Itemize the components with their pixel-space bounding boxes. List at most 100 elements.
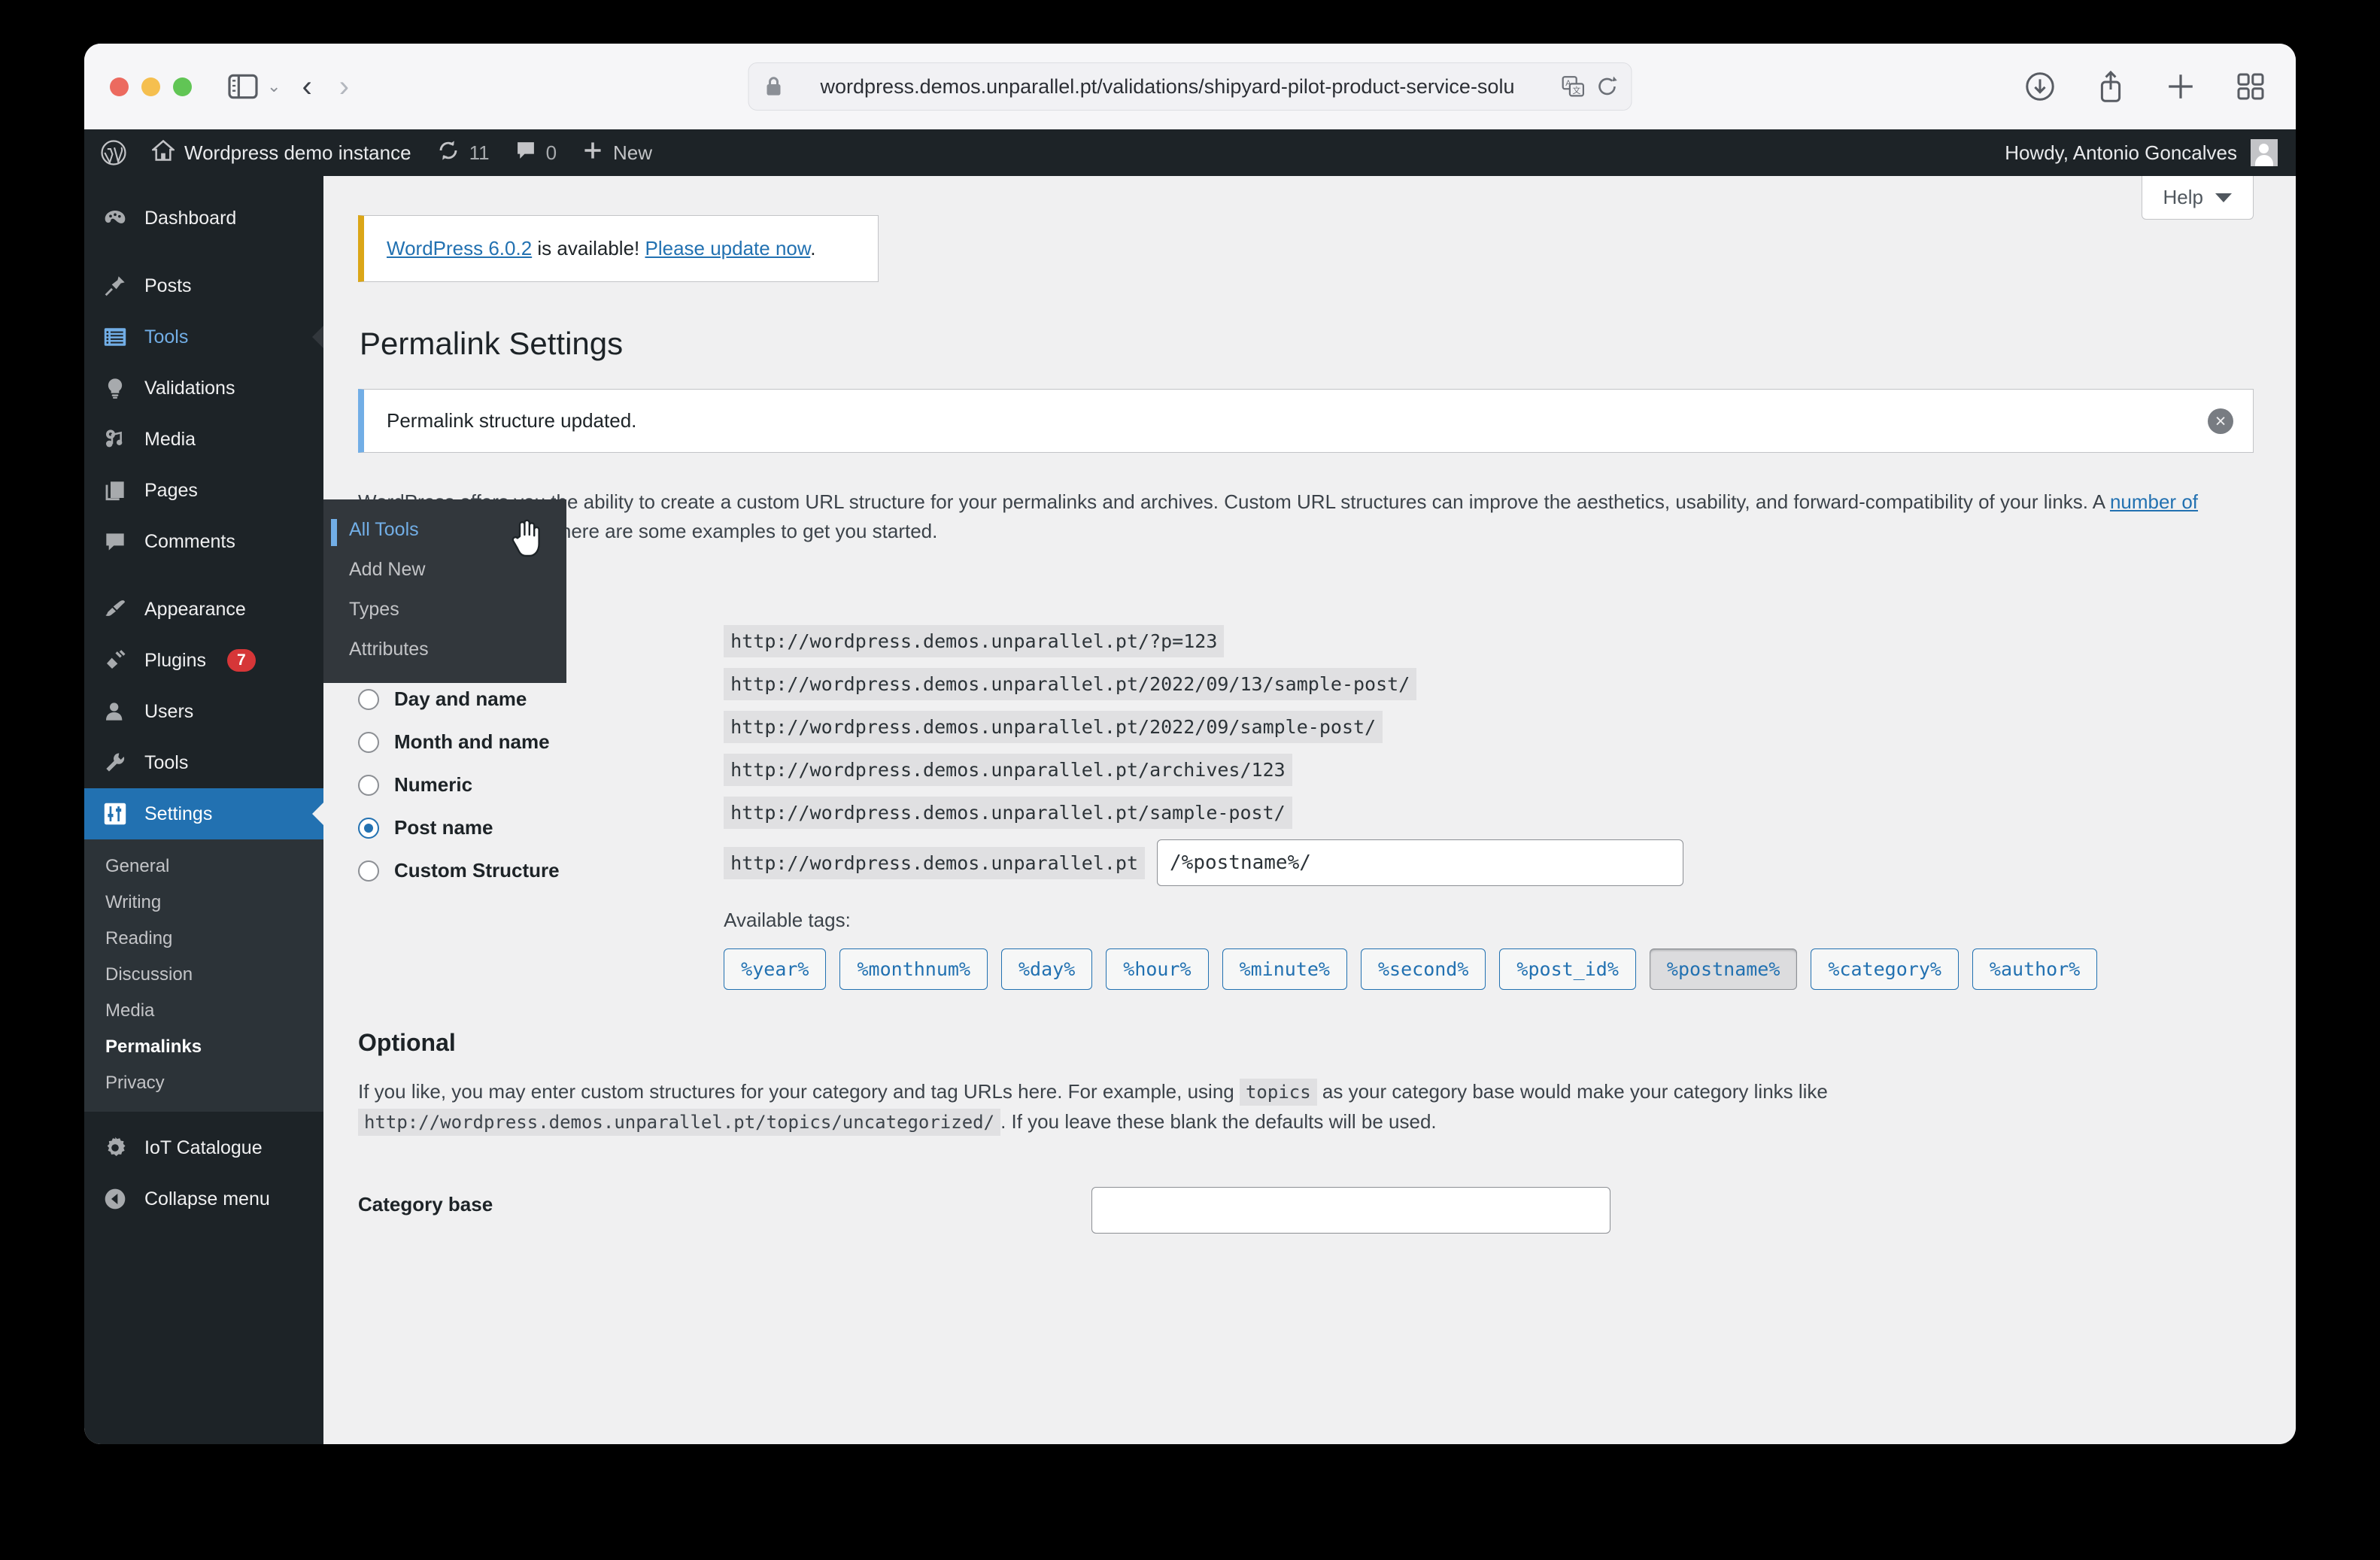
tag-button-post-id[interactable]: %post_id% (1499, 948, 1636, 990)
tag-button-monthnum[interactable]: %monthnum% (839, 948, 988, 990)
radio-numeric[interactable] (358, 774, 379, 796)
intro-part1: WordPress offers you the ability to crea… (358, 490, 2110, 513)
updates-link[interactable]: 11 (424, 129, 502, 176)
structure-label: Numeric (394, 773, 473, 796)
sidebar-item-label: Plugins (144, 649, 206, 671)
tag-button-postname[interactable]: %postname% (1649, 948, 1798, 990)
custom-structure-input[interactable] (1157, 839, 1684, 886)
reload-icon[interactable] (1597, 75, 1618, 98)
back-arrow-icon[interactable]: ‹ (302, 71, 311, 102)
flyout-item-add-new[interactable]: Add New (323, 550, 566, 590)
minimize-window-button[interactable] (141, 77, 160, 96)
comments-link[interactable]: 0 (502, 129, 569, 176)
available-tag-buttons: %year% %monthnum% %day% %hour% %minute% … (724, 948, 2242, 990)
tag-button-hour[interactable]: %hour% (1106, 948, 1209, 990)
tag-button-minute[interactable]: %minute% (1222, 948, 1347, 990)
sidebar-item-label: Tools (144, 751, 189, 773)
available-tags-label: Available tags: (724, 909, 851, 931)
submenu-item-discussion[interactable]: Discussion (84, 957, 323, 993)
new-tab-plus-icon[interactable] (2166, 72, 2195, 101)
download-icon[interactable] (2025, 71, 2055, 102)
wordpress-logo-icon[interactable] (84, 129, 139, 176)
optional-paragraph: If you like, you may enter custom struct… (358, 1076, 1975, 1137)
optional-code-topics: topics (1239, 1079, 1317, 1106)
menu-top-spacer (84, 176, 323, 193)
radio-custom-structure[interactable] (358, 860, 379, 882)
flyout-item-all-tools[interactable]: All Tools (323, 510, 566, 550)
sidebar-item-tools-custom[interactable]: Tools (84, 311, 323, 363)
structure-label-wrap[interactable]: Month and name (358, 711, 689, 754)
sidebar-item-comments[interactable]: Comments (84, 516, 323, 567)
radio-day-and-name[interactable] (358, 688, 379, 710)
close-window-button[interactable] (110, 77, 129, 96)
new-content-link[interactable]: New (569, 129, 665, 176)
sidebar-item-validations[interactable]: Validations (84, 363, 323, 414)
sidebar-item-label: Tools (144, 326, 189, 348)
sidebar-item-users[interactable]: Users (84, 686, 323, 737)
flyout-item-attributes[interactable]: Attributes (323, 630, 566, 669)
submenu-item-reading[interactable]: Reading (84, 921, 323, 957)
tag-button-day[interactable]: %day% (1001, 948, 1093, 990)
forward-arrow-icon[interactable]: › (339, 71, 349, 102)
sidebar-item-iot-catalogue[interactable]: IoT Catalogue (84, 1122, 323, 1173)
dismiss-icon[interactable]: × (2208, 408, 2233, 434)
window-controls[interactable] (110, 77, 192, 96)
structure-label: Post name (394, 816, 493, 839)
radio-post-name[interactable] (358, 817, 379, 839)
address-bar-icons[interactable]: A文 (1562, 75, 1618, 98)
avatar (2251, 139, 2278, 166)
sidebar-tail: IoT Catalogue Collapse menu (84, 1112, 323, 1225)
browser-toolbar-right[interactable] (2025, 70, 2264, 103)
submenu-item-permalinks[interactable]: Permalinks (84, 1029, 323, 1065)
account-menu[interactable]: Howdy, Antonio Goncalves (2005, 139, 2278, 166)
tab-overview-icon[interactable] (2237, 73, 2264, 100)
sidebar-item-media[interactable]: Media (84, 414, 323, 465)
update-nag-period: . (810, 237, 816, 259)
chevron-down-icon[interactable]: ⌄ (267, 77, 281, 96)
content-inner: WordPress 6.0.2 is available! Please upd… (323, 176, 2296, 1234)
structure-label-wrap[interactable]: Numeric (358, 754, 689, 797)
category-base-input[interactable] (1091, 1186, 1610, 1234)
category-base-label-wrap: Category base (358, 1167, 689, 1216)
submenu-item-media[interactable]: Media (84, 993, 323, 1029)
submenu-item-privacy[interactable]: Privacy (84, 1065, 323, 1101)
update-version-link[interactable]: WordPress 6.0.2 (387, 237, 532, 259)
tag-button-category[interactable]: %category% (1811, 948, 1959, 990)
menu-divider-2 (84, 567, 323, 584)
translate-icon[interactable]: A文 (1562, 76, 1585, 97)
sidebar-item-posts[interactable]: Posts (84, 260, 323, 311)
svg-text:文: 文 (1573, 85, 1581, 96)
sidebar-item-dashboard[interactable]: Dashboard (84, 193, 323, 244)
sidebar-item-appearance[interactable]: Appearance (84, 584, 323, 635)
update-now-link[interactable]: Please update now (645, 237, 810, 259)
navigation-arrows[interactable]: ‹ › (302, 71, 349, 102)
sidebar-toggle-icon[interactable] (226, 70, 260, 103)
structure-label-wrap[interactable]: Custom Structure (358, 839, 689, 882)
maximize-window-button[interactable] (173, 77, 192, 96)
site-home-link[interactable]: Wordpress demo instance (139, 129, 424, 176)
sidebar-item-settings[interactable]: Settings (84, 788, 323, 839)
tag-button-year[interactable]: %year% (724, 948, 827, 990)
browser-toolbar: ⌄ ‹ › wordpress.demos.unparallel.pt/vali… (84, 44, 2296, 129)
media-icon (102, 426, 128, 452)
sidebar-item-plugins[interactable]: Plugins 7 (84, 635, 323, 686)
structure-label: Month and name (394, 730, 550, 753)
url-text[interactable]: wordpress.demos.unparallel.pt/validation… (788, 75, 1615, 99)
structure-label-wrap[interactable]: Post name (358, 797, 689, 839)
sidebar-item-tools[interactable]: Tools (84, 737, 323, 788)
radio-month-and-name[interactable] (358, 731, 379, 753)
share-icon[interactable] (2097, 70, 2124, 103)
sidebar-item-collapse-menu[interactable]: Collapse menu (84, 1173, 323, 1225)
flyout-item-types[interactable]: Types (323, 590, 566, 630)
tag-button-second[interactable]: %second% (1361, 948, 1486, 990)
structure-example-numeric: http://wordpress.demos.unparallel.pt/arc… (724, 754, 1292, 786)
submenu-item-general[interactable]: General (84, 848, 323, 885)
address-bar[interactable]: wordpress.demos.unparallel.pt/validation… (748, 62, 1632, 111)
sidebar-item-pages[interactable]: Pages (84, 465, 323, 516)
submenu-item-writing[interactable]: Writing (84, 885, 323, 921)
tag-button-author[interactable]: %author% (1972, 948, 2098, 990)
chevron-down-icon (2215, 193, 2232, 202)
plus-icon (582, 140, 603, 166)
updates-icon (437, 139, 460, 167)
help-button[interactable]: Help (2141, 176, 2254, 220)
